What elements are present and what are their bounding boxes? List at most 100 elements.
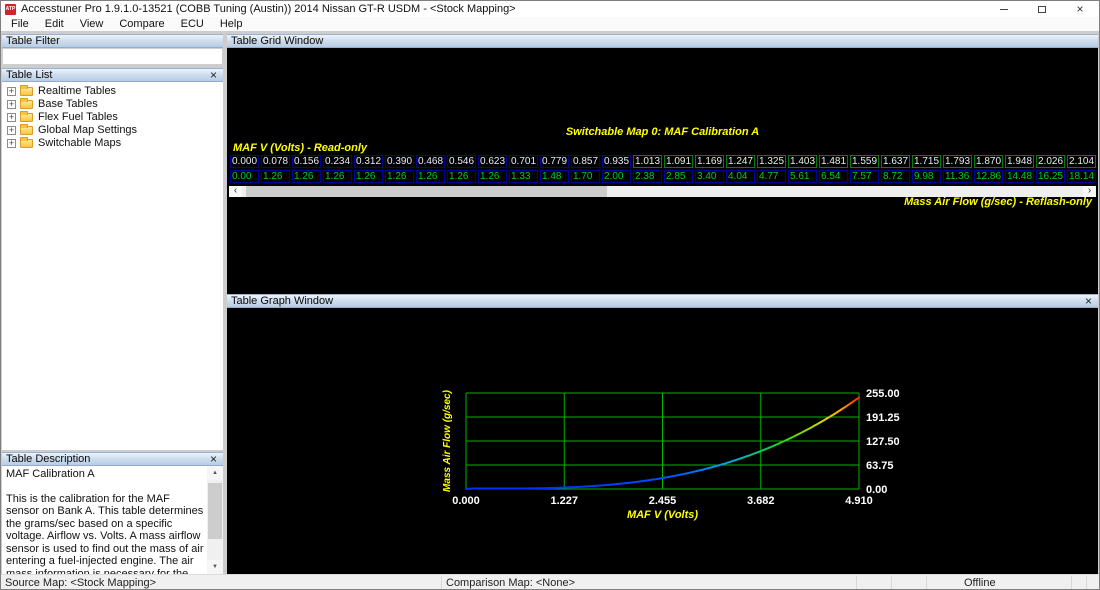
x-axis-title: MAF V (Volts) — [627, 509, 698, 521]
value-cell[interactable]: 1.26 — [478, 170, 507, 183]
axis-cell[interactable]: 0.312 — [354, 155, 383, 168]
x-tick-label: 1.227 — [550, 495, 578, 507]
value-cell[interactable]: 1.26 — [416, 170, 445, 183]
table-grid-window-title: Table Grid Window — [231, 35, 324, 47]
value-cell[interactable]: 1.70 — [571, 170, 600, 183]
maximize-button[interactable] — [1023, 1, 1061, 17]
grid-scrollbar-thumb[interactable] — [246, 186, 607, 197]
x-tick-label: 0.000 — [452, 495, 480, 507]
x-tick-label: 4.910 — [845, 495, 873, 507]
tree-item-label: Global Map Settings — [38, 124, 138, 136]
folder-icon — [20, 111, 33, 122]
axis-cell[interactable]: 0.857 — [571, 155, 600, 168]
scroll-left-icon[interactable]: ‹ — [229, 186, 242, 197]
axis-cell[interactable]: 2.026 — [1036, 155, 1065, 168]
axis-cell[interactable]: 1.013 — [633, 155, 662, 168]
value-cell[interactable]: 5.61 — [788, 170, 817, 183]
axis-cell[interactable]: 1.169 — [695, 155, 724, 168]
table-grid-window-header: Table Grid Window — [227, 34, 1098, 48]
tree-item-base-tables[interactable]: + Base Tables — [2, 98, 223, 111]
table-list-title: Table List — [6, 69, 53, 81]
menu-item-edit[interactable]: Edit — [37, 17, 72, 31]
axis-cell[interactable]: 0.701 — [509, 155, 538, 168]
value-cell[interactable]: 1.26 — [447, 170, 476, 183]
menu-item-help[interactable]: Help — [212, 17, 251, 31]
value-cell[interactable]: 11.36 — [943, 170, 972, 183]
axis-cell[interactable]: 1.091 — [664, 155, 693, 168]
axis-cell[interactable]: 1.948 — [1005, 155, 1034, 168]
axis-cell[interactable]: 0.234 — [323, 155, 352, 168]
axis-cell[interactable]: 0.623 — [478, 155, 507, 168]
folder-icon — [20, 98, 33, 109]
value-cell[interactable]: 12.86 — [974, 170, 1003, 183]
value-cell[interactable]: 0.00 — [230, 170, 259, 183]
table-graph-window-close-icon[interactable]: × — [1083, 295, 1094, 307]
menu-item-file[interactable]: File — [3, 17, 37, 31]
minimize-button[interactable] — [985, 1, 1023, 17]
value-cell[interactable]: 18.14 — [1067, 170, 1096, 183]
value-cell[interactable]: 2.00 — [602, 170, 631, 183]
description-scrollbar[interactable]: ▲ ▼ — [207, 466, 223, 574]
close-button[interactable]: × — [1061, 1, 1099, 17]
value-cell[interactable]: 1.26 — [385, 170, 414, 183]
table-list-close-icon[interactable]: × — [208, 69, 219, 81]
scroll-up-icon[interactable]: ▲ — [207, 466, 223, 480]
value-cell[interactable]: 1.33 — [509, 170, 538, 183]
menu-item-view[interactable]: View — [72, 17, 112, 31]
value-cell[interactable]: 1.48 — [540, 170, 569, 183]
value-cell[interactable]: 2.38 — [633, 170, 662, 183]
tree-expand-icon[interactable]: + — [7, 113, 16, 122]
value-cell[interactable]: 8.72 — [881, 170, 910, 183]
axis-cell[interactable]: 1.870 — [974, 155, 1003, 168]
axis-cell[interactable]: 0.468 — [416, 155, 445, 168]
table-description-close-icon[interactable]: × — [208, 453, 219, 465]
value-cell[interactable]: 1.26 — [354, 170, 383, 183]
tree-item-realtime-tables[interactable]: + Realtime Tables — [2, 85, 223, 98]
table-grid-window-content: Switchable Map 0: MAF Calibration A MAF … — [227, 48, 1098, 294]
tree-expand-icon[interactable]: + — [7, 126, 16, 135]
value-cell[interactable]: 6.54 — [819, 170, 848, 183]
axis-cell[interactable]: 1.481 — [819, 155, 848, 168]
value-cell[interactable]: 1.26 — [292, 170, 321, 183]
axis-cell[interactable]: 0.546 — [447, 155, 476, 168]
axis-cell[interactable]: 1.793 — [943, 155, 972, 168]
value-cell[interactable]: 16.25 — [1036, 170, 1065, 183]
tree-item-global-map-settings[interactable]: + Global Map Settings — [2, 124, 223, 137]
value-cell[interactable]: 2.85 — [664, 170, 693, 183]
value-cell[interactable]: 4.04 — [726, 170, 755, 183]
tree-expand-icon[interactable]: + — [7, 87, 16, 96]
axis-cell[interactable]: 2.104 — [1067, 155, 1096, 168]
tree-item-flex-fuel-tables[interactable]: + Flex Fuel Tables — [2, 111, 223, 124]
axis-cell[interactable]: 1.559 — [850, 155, 879, 168]
tree-expand-icon[interactable]: + — [7, 100, 16, 109]
menu-item-compare[interactable]: Compare — [111, 17, 172, 31]
axis-cell[interactable]: 0.000 — [230, 155, 259, 168]
axis-cell[interactable]: 0.156 — [292, 155, 321, 168]
axis-cell[interactable]: 1.247 — [726, 155, 755, 168]
y-axis-title: Mass Air Flow (g/sec) — [442, 389, 453, 492]
value-cell[interactable]: 1.26 — [323, 170, 352, 183]
value-cell[interactable]: 3.40 — [695, 170, 724, 183]
value-cell[interactable]: 14.48 — [1005, 170, 1034, 183]
folder-icon — [20, 124, 33, 135]
axis-cell[interactable]: 1.325 — [757, 155, 786, 168]
axis-cell[interactable]: 1.637 — [881, 155, 910, 168]
value-cell[interactable]: 1.26 — [261, 170, 290, 183]
axis-cell[interactable]: 1.715 — [912, 155, 941, 168]
value-cell[interactable]: 4.77 — [757, 170, 786, 183]
axis-cell[interactable]: 0.390 — [385, 155, 414, 168]
axis-cell[interactable]: 0.935 — [602, 155, 631, 168]
tree-item-switchable-maps[interactable]: + Switchable Maps — [2, 137, 223, 150]
value-cell[interactable]: 9.98 — [912, 170, 941, 183]
description-scrollbar-thumb[interactable] — [208, 483, 222, 539]
menu-item-ecu[interactable]: ECU — [173, 17, 212, 31]
axis-cell[interactable]: 0.078 — [261, 155, 290, 168]
maximize-icon — [1038, 5, 1046, 13]
table-description-text: MAF Calibration A This is the calibratio… — [2, 466, 207, 574]
axis-cell[interactable]: 1.403 — [788, 155, 817, 168]
axis-cell[interactable]: 0.779 — [540, 155, 569, 168]
value-cell[interactable]: 7.57 — [850, 170, 879, 183]
scroll-down-icon[interactable]: ▼ — [207, 560, 223, 574]
table-filter-input[interactable] — [2, 48, 223, 65]
tree-expand-icon[interactable]: + — [7, 139, 16, 148]
